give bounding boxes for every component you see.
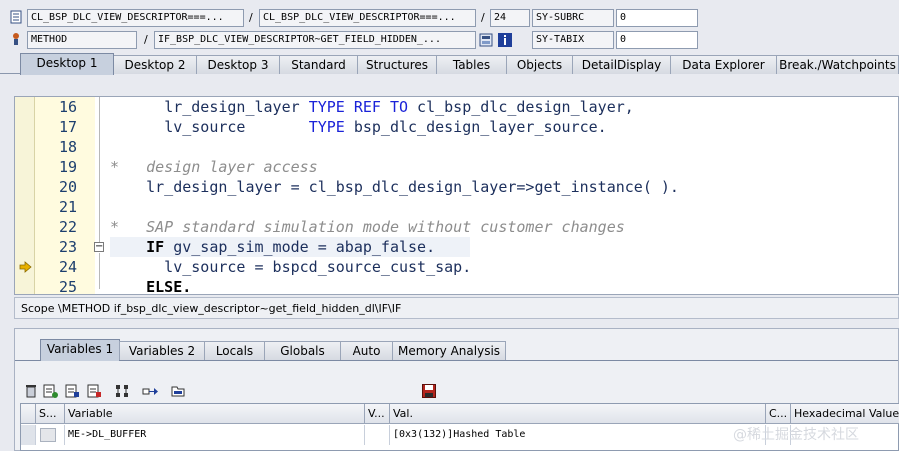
tab-variables-2[interactable]: Variables 2: [119, 341, 205, 360]
tab-desktop-3[interactable]: Desktop 3: [196, 55, 280, 74]
program-icon: [9, 9, 23, 25]
desktop-tab-bar: Desktop 1 Desktop 2 Desktop 3 Standard S…: [0, 53, 899, 75]
code-keyword: IF: [146, 238, 165, 256]
tab-detail-display[interactable]: DetailDisplay: [572, 55, 671, 74]
source-display-icon[interactable]: [478, 32, 494, 48]
info-icon[interactable]: [497, 32, 513, 48]
include-name-field[interactable]: CL_BSP_DLC_VIEW_DESCRIPTOR===...: [259, 9, 476, 27]
event-type-field[interactable]: METHOD: [27, 31, 137, 49]
grid-header-v[interactable]: V...: [365, 404, 390, 424]
grid-header-change[interactable]: C...: [766, 404, 791, 424]
table-cell-value[interactable]: [0x3(132)]Hashed Table: [390, 425, 766, 445]
code-line[interactable]: * design layer access: [110, 157, 318, 177]
path-separator: /: [249, 11, 253, 24]
fold-guide: [99, 97, 100, 245]
code-text: cl_bsp_dlc_design_layer,: [408, 98, 634, 116]
row-selector[interactable]: [21, 425, 36, 445]
line-number: 16: [58, 98, 77, 116]
tab-desktop-1[interactable]: Desktop 1: [20, 53, 114, 75]
sysvar-name-field[interactable]: SY-TABIX: [532, 31, 614, 49]
line-number: 25: [58, 278, 77, 295]
tab-data-explorer[interactable]: Data Explorer: [670, 55, 777, 74]
navigate-icon[interactable]: [141, 383, 159, 399]
code-keyword: ELSE.: [146, 278, 192, 295]
fold-guide: [99, 253, 100, 289]
path-separator: /: [144, 33, 148, 46]
table-cell-variable[interactable]: ME->DL_BUFFER: [65, 425, 365, 445]
code-keyword: TYPE REF TO: [308, 98, 409, 116]
code-line[interactable]: * SAP standard simulation mode without c…: [110, 217, 625, 237]
scope-bar: Scope \METHOD if_bsp_dlc_view_descriptor…: [14, 297, 899, 319]
load-variables-icon[interactable]: [86, 383, 102, 399]
code-line[interactable]: lr_design_layer = cl_bsp_dlc_design_laye…: [110, 177, 679, 197]
current-statement-arrow-icon: [19, 261, 32, 273]
grid-header-variable[interactable]: Variable: [65, 404, 365, 424]
line-number-field[interactable]: 24: [490, 9, 530, 27]
code-text: lv_source: [164, 118, 309, 136]
tab-variables-1[interactable]: Variables 1: [40, 339, 120, 361]
method-icon: [9, 31, 23, 47]
collapse-icon[interactable]: −: [94, 242, 104, 252]
code-text: lr_design_layer: [164, 98, 309, 116]
table-cell-status[interactable]: [36, 425, 65, 445]
code-line[interactable]: ELSE.: [110, 277, 192, 295]
code-line[interactable]: lv_source = bspcd_source_cust_sap.: [110, 257, 471, 277]
save-icon[interactable]: [421, 383, 437, 399]
tab-structures[interactable]: Structures: [357, 55, 437, 74]
line-number: 18: [58, 138, 77, 156]
sysvar-value-field[interactable]: 0: [616, 31, 698, 49]
sysvar-name-field[interactable]: SY-SUBRC: [532, 9, 614, 27]
tab-locals[interactable]: Locals: [204, 341, 265, 360]
line-number: 21: [58, 198, 77, 216]
code-text: lr_design_layer = cl_bsp_dlc_design_laye…: [110, 178, 679, 196]
code-text: gv_sap_sim_mode = abap_false.: [164, 238, 436, 256]
method-name-field[interactable]: IF_BSP_DLC_VIEW_DESCRIPTOR~GET_FIELD_HID…: [154, 31, 476, 49]
grid-header-hex-value[interactable]: Hexadecimal Value: [791, 404, 899, 424]
tab-desktop-2[interactable]: Desktop 2: [113, 55, 197, 74]
grid-row-selector-header[interactable]: [21, 404, 36, 424]
tab-auto[interactable]: Auto: [340, 341, 393, 360]
save-variables-icon[interactable]: [64, 383, 80, 399]
code-line[interactable]: IF gv_sap_sim_mode = abap_false.: [110, 237, 435, 257]
line-number: 22: [58, 218, 77, 236]
code-keyword: TYPE: [308, 118, 345, 136]
tab-tables[interactable]: Tables: [436, 55, 507, 74]
open-folder-icon[interactable]: [170, 383, 186, 399]
tab-memory-analysis[interactable]: Memory Analysis: [392, 341, 506, 360]
code-comment: * SAP standard simulation mode without c…: [110, 218, 625, 236]
hierarchy-icon[interactable]: [113, 383, 131, 399]
code-text: bsp_dlc_design_layer_source.: [344, 118, 607, 136]
code-line[interactable]: lr_design_layer TYPE REF TO cl_bsp_dlc_d…: [110, 97, 634, 117]
delete-icon[interactable]: [24, 383, 38, 399]
code-text: lv_source = bspcd_source_cust_sap.: [110, 258, 472, 276]
line-number: 23: [58, 238, 77, 256]
watermark: @稀土掘金技术社区: [733, 427, 859, 443]
line-number: 17: [58, 118, 77, 136]
code-comment: * design layer access: [110, 158, 318, 176]
line-number: 24: [58, 258, 77, 276]
table-cell-v[interactable]: [365, 425, 390, 445]
grid-header-value[interactable]: Val.: [390, 404, 766, 424]
sysvar-value-field[interactable]: 0: [616, 9, 698, 27]
insert-row-icon[interactable]: [42, 383, 58, 399]
tab-objects[interactable]: Objects: [506, 55, 573, 74]
line-number: 19: [58, 158, 77, 176]
tab-standard[interactable]: Standard: [279, 55, 358, 74]
tab-breakpoints-watchpoints[interactable]: Break./Watchpoints: [776, 55, 899, 74]
source-code-editor[interactable]: − 16 lr_design_layer TYPE REF TO cl_bsp_…: [14, 96, 899, 295]
grid-header-status[interactable]: S...: [36, 404, 65, 424]
code-line[interactable]: lv_source TYPE bsp_dlc_design_layer_sour…: [110, 117, 607, 137]
program-name-field[interactable]: CL_BSP_DLC_VIEW_DESCRIPTOR===...: [27, 9, 244, 27]
line-number: 20: [58, 178, 77, 196]
path-separator: /: [481, 11, 485, 24]
tab-globals[interactable]: Globals: [264, 341, 341, 360]
